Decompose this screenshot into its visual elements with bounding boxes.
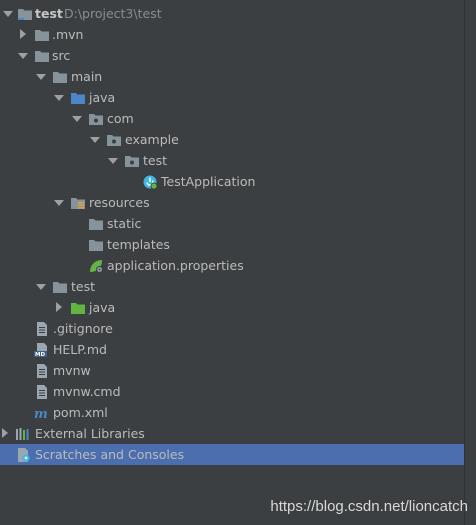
tree-node-label: .gitignore: [53, 321, 113, 336]
tree-node-label: test: [71, 279, 96, 294]
tree-node-label: main: [71, 69, 103, 84]
markdown-file-icon: MD: [34, 342, 50, 358]
text-file-icon: [34, 384, 50, 400]
text-file-icon: [34, 321, 50, 337]
external-libraries[interactable]: External Libraries: [0, 423, 464, 444]
folder-static[interactable]: static: [0, 213, 464, 234]
tree-node-label: pom.xml: [53, 405, 108, 420]
file-mvnw[interactable]: mvnw: [0, 360, 464, 381]
spring-properties-icon: [88, 258, 104, 274]
package-example[interactable]: example: [0, 129, 464, 150]
package-icon: [88, 111, 104, 127]
tree-node-label: resources: [89, 195, 150, 210]
scratches-and-consoles[interactable]: Scratches and Consoles: [0, 444, 464, 465]
chevron-right-icon[interactable]: [17, 24, 29, 45]
source-root-icon: [70, 90, 86, 106]
file-mvnw-cmd[interactable]: mvnw.cmd: [0, 381, 464, 402]
tree-node-label: src: [52, 48, 71, 63]
folder-templates[interactable]: templates: [0, 234, 464, 255]
folder-test-java[interactable]: java: [0, 297, 464, 318]
libraries-icon: [15, 426, 31, 442]
tree-node-label: .mvn: [52, 27, 84, 42]
tree-node-label: static: [107, 216, 142, 231]
folder-resources[interactable]: resources: [0, 192, 464, 213]
folder-mvn[interactable]: .mvn: [0, 24, 464, 45]
folder-icon: [88, 237, 104, 253]
vertical-scrollbar[interactable]: [465, 0, 476, 525]
chevron-down-icon[interactable]: [53, 192, 65, 213]
file-help-md[interactable]: MD HELP.md: [0, 339, 464, 360]
project-folder-icon: [17, 6, 33, 22]
chevron-down-icon[interactable]: [35, 276, 47, 297]
spring-boot-class-icon: [142, 174, 158, 190]
tree-node-label: java: [89, 90, 116, 105]
watermark-text: https://blog.csdn.net/lioncatch: [270, 498, 468, 515]
chevron-down-icon[interactable]: [71, 108, 83, 129]
folder-main[interactable]: main: [0, 66, 464, 87]
project-root-test[interactable]: test D:\project3\test: [0, 3, 464, 24]
file-pom-xml[interactable]: m pom.xml: [0, 402, 464, 423]
tree-node-label: Scratches and Consoles: [35, 447, 185, 462]
chevron-down-icon[interactable]: [89, 129, 101, 150]
folder-java[interactable]: java: [0, 87, 464, 108]
folder-src[interactable]: src: [0, 45, 464, 66]
tree-node-label: TestApplication: [161, 174, 256, 189]
tree-node-label: External Libraries: [35, 426, 145, 441]
svg-text:MD: MD: [35, 352, 45, 358]
project-path: D:\project3\test: [64, 6, 162, 21]
file-testapplication[interactable]: TestApplication: [0, 171, 464, 192]
chevron-down-icon[interactable]: [2, 3, 14, 24]
file-gitignore[interactable]: .gitignore: [0, 318, 464, 339]
text-file-icon: [34, 363, 50, 379]
tree-node-label: example: [125, 132, 179, 147]
folder-icon: [88, 216, 104, 232]
tree-node-label: mvnw.cmd: [53, 384, 121, 399]
package-icon: [106, 132, 122, 148]
tree-node-label: application.properties: [107, 258, 244, 273]
package-com[interactable]: com: [0, 108, 464, 129]
chevron-down-icon[interactable]: [107, 150, 119, 171]
file-application-properties[interactable]: application.properties: [0, 255, 464, 276]
tree-node-label: mvnw: [53, 363, 91, 378]
maven-icon: m: [34, 405, 50, 422]
folder-icon: [52, 279, 68, 295]
tree-node-label: test: [35, 6, 63, 21]
tree-node-label: test: [143, 153, 168, 168]
tree-node-label: HELP.md: [53, 342, 107, 357]
resources-folder-icon: [70, 195, 86, 211]
package-test[interactable]: test: [0, 150, 464, 171]
scratches-icon: [15, 447, 31, 463]
tree-node-label: com: [107, 111, 134, 126]
svg-text:m: m: [34, 407, 48, 421]
folder-test[interactable]: test: [0, 276, 464, 297]
chevron-down-icon[interactable]: [35, 66, 47, 87]
chevron-down-icon[interactable]: [53, 87, 65, 108]
package-icon: [124, 153, 140, 169]
tree-node-label: java: [89, 300, 116, 315]
chevron-right-icon[interactable]: [53, 297, 65, 318]
folder-icon: [34, 48, 50, 64]
chevron-right-icon[interactable]: [0, 423, 11, 444]
chevron-down-icon[interactable]: [17, 45, 29, 66]
folder-icon: [52, 69, 68, 85]
tree-node-label: templates: [107, 237, 170, 252]
test-root-icon: [70, 300, 86, 316]
project-tree[interactable]: test D:\project3\test .mvn src main java: [0, 3, 464, 465]
folder-icon: [34, 27, 50, 43]
